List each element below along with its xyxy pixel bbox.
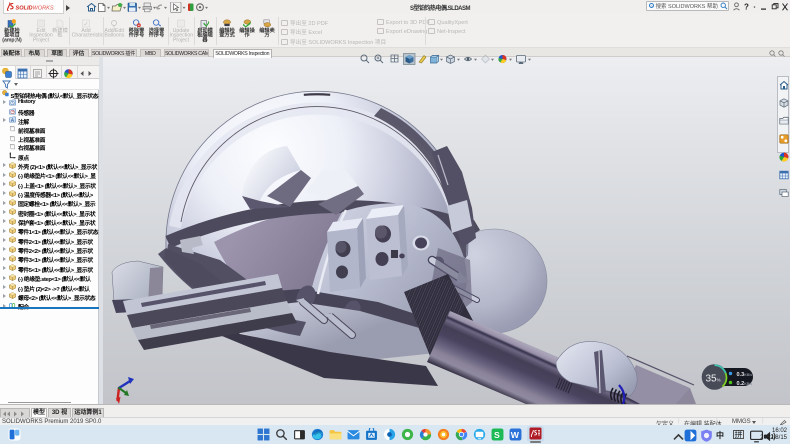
svg-text:WORKS: WORKS (33, 5, 54, 11)
svg-text:S: S (494, 429, 500, 439)
svg-text:W: W (511, 429, 520, 439)
svg-text:?: ? (744, 3, 749, 12)
svg-text:SOLID: SOLID (16, 5, 33, 11)
